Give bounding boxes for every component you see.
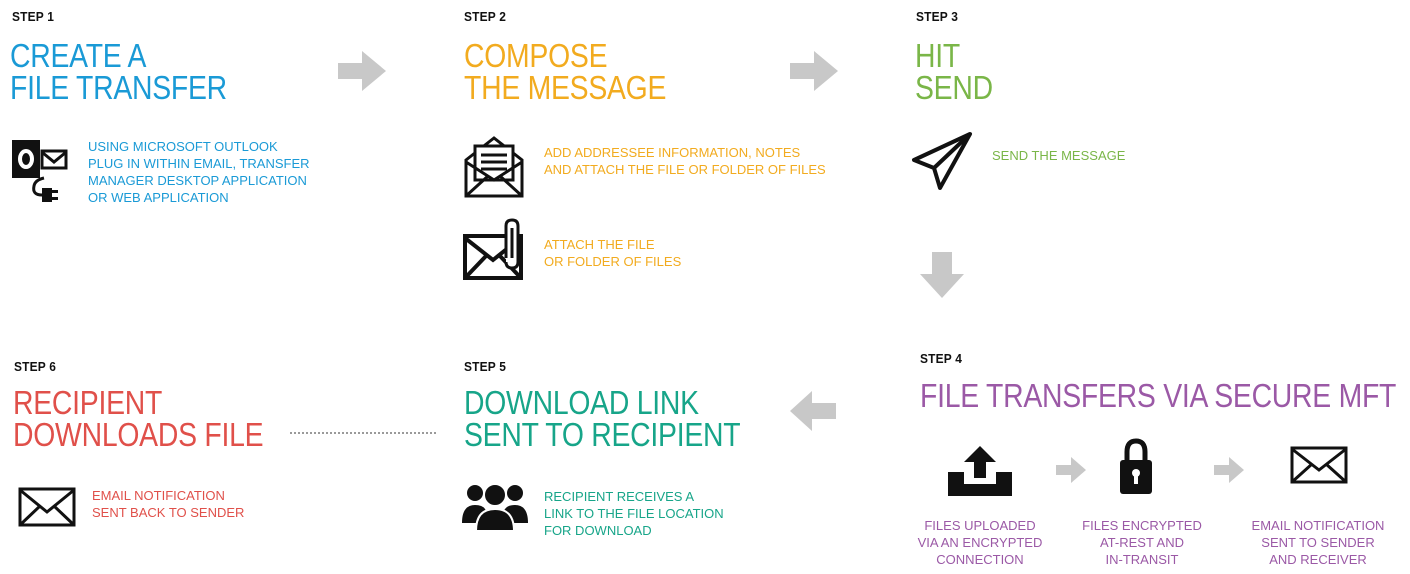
arrow-right-icon xyxy=(1214,457,1244,483)
arrow-right-icon xyxy=(790,51,838,91)
step3-label: STEP 3 xyxy=(916,9,959,24)
arrow-left-icon xyxy=(790,391,836,431)
open-envelope-letter-icon xyxy=(462,134,526,200)
step3-title-line1: HIT xyxy=(915,37,960,74)
step5-label: STEP 5 xyxy=(464,359,507,374)
step5-title-line1: DOWNLOAD LINK xyxy=(464,384,699,421)
arrow-right-icon xyxy=(1056,457,1086,483)
step6-description: EMAIL NOTIFICATION SENT BACK TO SENDER xyxy=(92,488,245,520)
upload-tray-icon xyxy=(948,446,1012,496)
padlock-icon xyxy=(1120,438,1152,494)
step2-title-line2: THE MESSAGE xyxy=(464,69,667,106)
envelope-icon xyxy=(1290,446,1348,484)
step2-title: COMPOSE THE MESSAGE xyxy=(464,37,667,106)
step3-title-line2: SEND xyxy=(915,69,993,106)
envelope-paperclip-icon xyxy=(462,218,528,282)
step3-description: SEND THE MESSAGE xyxy=(992,148,1126,163)
step6-title-line1: RECIPIENT xyxy=(13,384,163,421)
step5-title: DOWNLOAD LINK SENT TO RECIPIENT xyxy=(464,384,741,453)
paper-plane-icon xyxy=(910,130,974,192)
step4-description-1: FILES UPLOADED VIA AN ENCRYPTED CONNECTI… xyxy=(917,518,1043,567)
step1-title-line2: FILE TRANSFER xyxy=(10,69,227,106)
step4-description-2: FILES ENCRYPTED AT-REST AND IN-TRANSIT xyxy=(1082,518,1202,567)
dotted-connector xyxy=(290,432,436,434)
envelope-icon xyxy=(18,487,76,527)
step3-title: HIT SEND xyxy=(915,37,993,106)
step4-label: STEP 4 xyxy=(920,351,963,366)
step2-description-1: ADD ADDRESSEE INFORMATION, NOTES AND ATT… xyxy=(544,145,826,177)
arrow-right-icon xyxy=(338,51,386,91)
arrow-down-icon xyxy=(920,252,964,298)
step1-title-line1: CREATE A xyxy=(10,37,147,74)
step6-label: STEP 6 xyxy=(14,359,57,374)
step2-description-2: ATTACH THE FILE OR FOLDER OF FILES xyxy=(544,237,682,269)
step2-label: STEP 2 xyxy=(464,9,507,24)
step4-description-3: EMAIL NOTIFICATION SENT TO SENDER AND RE… xyxy=(1251,518,1385,567)
step1-label: STEP 1 xyxy=(12,9,55,24)
step1-description: USING MICROSOFT OUTLOOK PLUG IN WITHIN E… xyxy=(88,139,310,205)
step2-title-line1: COMPOSE xyxy=(464,37,608,74)
step5-description: RECIPIENT RECEIVES A LINK TO THE FILE LO… xyxy=(544,489,724,538)
step6-title: RECIPIENT DOWNLOADS FILE xyxy=(13,384,264,453)
outlook-plugin-icon xyxy=(12,138,72,206)
step5-title-line2: SENT TO RECIPIENT xyxy=(464,416,741,453)
step4-title: FILE TRANSFERS VIA SECURE MFT xyxy=(920,377,1397,414)
step1-title: CREATE A FILE TRANSFER xyxy=(10,37,227,106)
user-group-icon xyxy=(462,481,528,531)
step6-title-line2: DOWNLOADS FILE xyxy=(13,416,264,453)
